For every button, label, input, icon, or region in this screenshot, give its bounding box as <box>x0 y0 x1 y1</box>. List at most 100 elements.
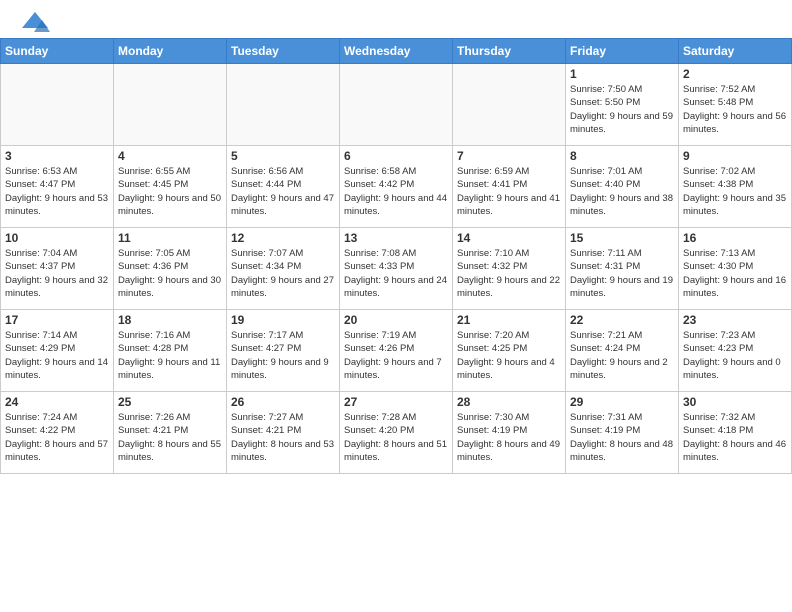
day-info: Sunrise: 7:17 AM Sunset: 4:27 PM Dayligh… <box>231 329 335 382</box>
calendar-header-friday: Friday <box>566 39 679 64</box>
day-info: Sunrise: 6:58 AM Sunset: 4:42 PM Dayligh… <box>344 165 448 218</box>
day-info: Sunrise: 7:16 AM Sunset: 4:28 PM Dayligh… <box>118 329 222 382</box>
day-number: 11 <box>118 231 222 245</box>
calendar-cell <box>227 64 340 146</box>
logo-icon <box>20 10 50 34</box>
day-number: 29 <box>570 395 674 409</box>
day-number: 8 <box>570 149 674 163</box>
day-number: 4 <box>118 149 222 163</box>
week-row-0: 1 Sunrise: 7:50 AM Sunset: 5:50 PM Daylig… <box>1 64 792 146</box>
logo <box>20 10 54 34</box>
day-info: Sunrise: 7:26 AM Sunset: 4:21 PM Dayligh… <box>118 411 222 464</box>
calendar-cell <box>340 64 453 146</box>
day-info: Sunrise: 7:04 AM Sunset: 4:37 PM Dayligh… <box>5 247 109 300</box>
calendar-cell: 21 Sunrise: 7:20 AM Sunset: 4:25 PM Dayli… <box>453 310 566 392</box>
day-info: Sunrise: 7:05 AM Sunset: 4:36 PM Dayligh… <box>118 247 222 300</box>
calendar-cell: 22 Sunrise: 7:21 AM Sunset: 4:24 PM Dayli… <box>566 310 679 392</box>
day-info: Sunrise: 7:52 AM Sunset: 5:48 PM Dayligh… <box>683 83 787 136</box>
day-number: 17 <box>5 313 109 327</box>
day-info: Sunrise: 7:11 AM Sunset: 4:31 PM Dayligh… <box>570 247 674 300</box>
calendar-cell: 1 Sunrise: 7:50 AM Sunset: 5:50 PM Daylig… <box>566 64 679 146</box>
day-number: 20 <box>344 313 448 327</box>
calendar-cell: 4 Sunrise: 6:55 AM Sunset: 4:45 PM Daylig… <box>114 146 227 228</box>
day-info: Sunrise: 7:20 AM Sunset: 4:25 PM Dayligh… <box>457 329 561 382</box>
calendar-cell: 11 Sunrise: 7:05 AM Sunset: 4:36 PM Dayli… <box>114 228 227 310</box>
day-number: 3 <box>5 149 109 163</box>
calendar-cell: 12 Sunrise: 7:07 AM Sunset: 4:34 PM Dayli… <box>227 228 340 310</box>
day-number: 13 <box>344 231 448 245</box>
day-info: Sunrise: 6:55 AM Sunset: 4:45 PM Dayligh… <box>118 165 222 218</box>
calendar-cell: 2 Sunrise: 7:52 AM Sunset: 5:48 PM Daylig… <box>679 64 792 146</box>
day-info: Sunrise: 7:14 AM Sunset: 4:29 PM Dayligh… <box>5 329 109 382</box>
calendar-cell: 7Sunrise: 6:59 AM Sunset: 4:41 PM Daylig… <box>453 146 566 228</box>
day-number: 5 <box>231 149 335 163</box>
calendar-cell: 20 Sunrise: 7:19 AM Sunset: 4:26 PM Dayli… <box>340 310 453 392</box>
calendar-cell: 23Sunrise: 7:23 AM Sunset: 4:23 PM Dayli… <box>679 310 792 392</box>
calendar-cell <box>1 64 114 146</box>
day-info: Sunrise: 7:23 AM Sunset: 4:23 PM Dayligh… <box>683 329 787 382</box>
day-info: Sunrise: 7:31 AM Sunset: 4:19 PM Dayligh… <box>570 411 674 464</box>
day-info: Sunrise: 7:02 AM Sunset: 4:38 PM Dayligh… <box>683 165 787 218</box>
day-info: Sunrise: 7:08 AM Sunset: 4:33 PM Dayligh… <box>344 247 448 300</box>
day-info: Sunrise: 7:10 AM Sunset: 4:32 PM Dayligh… <box>457 247 561 300</box>
day-number: 18 <box>118 313 222 327</box>
calendar-table: SundayMondayTuesdayWednesdayThursdayFrid… <box>0 38 792 474</box>
day-number: 9 <box>683 149 787 163</box>
week-row-4: 24 Sunrise: 7:24 AM Sunset: 4:22 PM Dayli… <box>1 392 792 474</box>
calendar-cell <box>453 64 566 146</box>
day-number: 14 <box>457 231 561 245</box>
week-row-1: 3 Sunrise: 6:53 AM Sunset: 4:47 PM Daylig… <box>1 146 792 228</box>
day-info: Sunrise: 7:13 AM Sunset: 4:30 PM Dayligh… <box>683 247 787 300</box>
day-number: 25 <box>118 395 222 409</box>
calendar-cell: 25 Sunrise: 7:26 AM Sunset: 4:21 PM Dayli… <box>114 392 227 474</box>
calendar-header-saturday: Saturday <box>679 39 792 64</box>
day-number: 6 <box>344 149 448 163</box>
calendar-cell: 30 Sunrise: 7:32 AM Sunset: 4:18 PM Dayli… <box>679 392 792 474</box>
day-number: 19 <box>231 313 335 327</box>
calendar-cell: 15 Sunrise: 7:11 AM Sunset: 4:31 PM Dayli… <box>566 228 679 310</box>
day-number: 12 <box>231 231 335 245</box>
calendar-cell: 19 Sunrise: 7:17 AM Sunset: 4:27 PM Dayli… <box>227 310 340 392</box>
day-info: Sunrise: 7:01 AM Sunset: 4:40 PM Dayligh… <box>570 165 674 218</box>
day-number: 15 <box>570 231 674 245</box>
calendar-header-wednesday: Wednesday <box>340 39 453 64</box>
day-info: Sunrise: 7:21 AM Sunset: 4:24 PM Dayligh… <box>570 329 674 382</box>
day-info: Sunrise: 7:32 AM Sunset: 4:18 PM Dayligh… <box>683 411 787 464</box>
calendar-cell: 24 Sunrise: 7:24 AM Sunset: 4:22 PM Dayli… <box>1 392 114 474</box>
calendar-header-row: SundayMondayTuesdayWednesdayThursdayFrid… <box>1 39 792 64</box>
day-number: 10 <box>5 231 109 245</box>
day-info: Sunrise: 7:19 AM Sunset: 4:26 PM Dayligh… <box>344 329 448 382</box>
day-info: Sunrise: 7:28 AM Sunset: 4:20 PM Dayligh… <box>344 411 448 464</box>
calendar-cell: 28 Sunrise: 7:30 AM Sunset: 4:19 PM Dayli… <box>453 392 566 474</box>
day-number: 16 <box>683 231 787 245</box>
day-info: Sunrise: 6:56 AM Sunset: 4:44 PM Dayligh… <box>231 165 335 218</box>
calendar-header-thursday: Thursday <box>453 39 566 64</box>
day-number: 22 <box>570 313 674 327</box>
calendar-cell: 17 Sunrise: 7:14 AM Sunset: 4:29 PM Dayli… <box>1 310 114 392</box>
day-info: Sunrise: 7:24 AM Sunset: 4:22 PM Dayligh… <box>5 411 109 464</box>
day-number: 2 <box>683 67 787 81</box>
day-info: Sunrise: 7:50 AM Sunset: 5:50 PM Dayligh… <box>570 83 674 136</box>
calendar-cell: 9 Sunrise: 7:02 AM Sunset: 4:38 PM Daylig… <box>679 146 792 228</box>
calendar-header-sunday: Sunday <box>1 39 114 64</box>
week-row-3: 17 Sunrise: 7:14 AM Sunset: 4:29 PM Dayli… <box>1 310 792 392</box>
week-row-2: 10 Sunrise: 7:04 AM Sunset: 4:37 PM Dayli… <box>1 228 792 310</box>
calendar-cell <box>114 64 227 146</box>
day-number: 28 <box>457 395 561 409</box>
calendar-cell: 18 Sunrise: 7:16 AM Sunset: 4:28 PM Dayli… <box>114 310 227 392</box>
calendar-cell: 5 Sunrise: 6:56 AM Sunset: 4:44 PM Daylig… <box>227 146 340 228</box>
calendar-header-tuesday: Tuesday <box>227 39 340 64</box>
day-number: 26 <box>231 395 335 409</box>
day-info: Sunrise: 7:07 AM Sunset: 4:34 PM Dayligh… <box>231 247 335 300</box>
day-number: 24 <box>5 395 109 409</box>
calendar-cell: 13 Sunrise: 7:08 AM Sunset: 4:33 PM Dayli… <box>340 228 453 310</box>
calendar-cell: 10 Sunrise: 7:04 AM Sunset: 4:37 PM Dayli… <box>1 228 114 310</box>
day-number: 1 <box>570 67 674 81</box>
day-number: 30 <box>683 395 787 409</box>
day-info: Sunrise: 7:30 AM Sunset: 4:19 PM Dayligh… <box>457 411 561 464</box>
day-info: Sunrise: 6:53 AM Sunset: 4:47 PM Dayligh… <box>5 165 109 218</box>
calendar-cell: 26Sunrise: 7:27 AM Sunset: 4:21 PM Dayli… <box>227 392 340 474</box>
day-number: 21 <box>457 313 561 327</box>
calendar-cell: 27Sunrise: 7:28 AM Sunset: 4:20 PM Dayli… <box>340 392 453 474</box>
calendar-cell: 3 Sunrise: 6:53 AM Sunset: 4:47 PM Daylig… <box>1 146 114 228</box>
